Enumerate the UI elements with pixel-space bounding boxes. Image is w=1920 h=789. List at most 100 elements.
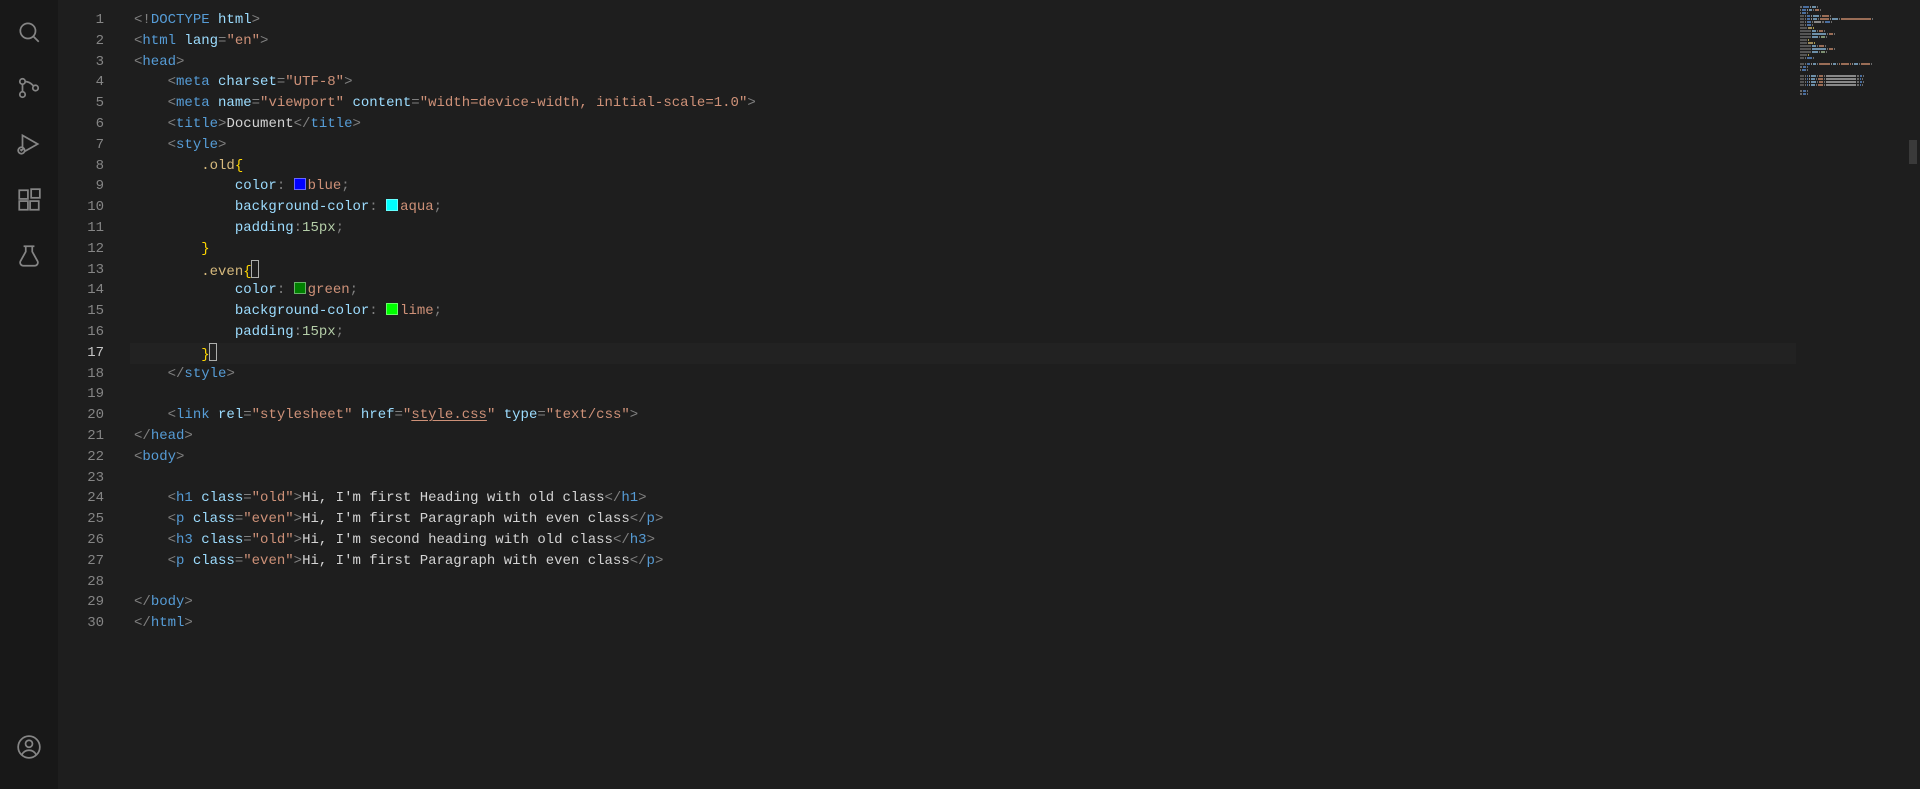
token: body [151, 594, 185, 610]
token: : [294, 324, 302, 340]
run-debug-icon[interactable] [5, 120, 53, 168]
token: meta [176, 95, 210, 111]
token [193, 532, 201, 548]
code-line[interactable] [130, 384, 1796, 405]
code-line[interactable]: <meta charset="UTF-8"> [130, 72, 1796, 93]
token: </ [613, 532, 630, 548]
minimap-row [1800, 93, 1902, 95]
token: html [218, 12, 252, 28]
color-swatch-icon[interactable] [294, 178, 306, 190]
accounts-icon[interactable] [5, 723, 53, 771]
code-line[interactable]: .old{ [130, 156, 1796, 177]
token: color [235, 178, 277, 194]
code-line[interactable]: <style> [130, 135, 1796, 156]
token: > [638, 490, 646, 506]
color-swatch-icon[interactable] [386, 199, 398, 211]
token: lang [184, 33, 218, 49]
minimap-row [1800, 9, 1902, 11]
token: </ [134, 615, 151, 631]
extensions-icon[interactable] [5, 176, 53, 224]
minimap-row [1800, 66, 1902, 68]
token: "width=device-width, initial-scale=1.0" [420, 95, 748, 111]
minimap-row [1800, 30, 1902, 32]
minimap[interactable] [1796, 0, 1906, 789]
token: "stylesheet" [252, 407, 353, 423]
code-line[interactable]: </head> [130, 426, 1796, 447]
code-line[interactable]: <head> [130, 52, 1796, 73]
token: < [168, 490, 176, 506]
code-editor[interactable]: <!DOCTYPE html><html lang="en"><head> <m… [130, 0, 1796, 789]
code-line[interactable]: background-color: lime; [130, 301, 1796, 322]
code-line[interactable]: <p class="even">Hi, I'm first Paragraph … [130, 551, 1796, 572]
line-number: 7 [58, 135, 130, 156]
code-line[interactable]: </html> [130, 613, 1796, 634]
minimap-row [1800, 21, 1902, 23]
code-line[interactable]: <title>Document</title> [130, 114, 1796, 135]
token: < [168, 511, 176, 527]
token: > [184, 594, 192, 610]
token: style.css [411, 407, 487, 423]
source-control-icon[interactable] [5, 64, 53, 112]
code-line[interactable]: <h3 class="old">Hi, I'm second heading w… [130, 530, 1796, 551]
token: > [294, 511, 302, 527]
token: type [504, 407, 538, 423]
token: > [184, 615, 192, 631]
code-line[interactable]: } [130, 239, 1796, 260]
code-line[interactable]: color: blue; [130, 176, 1796, 197]
code-line[interactable]: <h1 class="old">Hi, I'm first Heading wi… [130, 488, 1796, 509]
line-number: 29 [58, 592, 130, 613]
token: .even [201, 264, 243, 280]
token: = [243, 490, 251, 506]
code-line[interactable]: <html lang="en"> [130, 31, 1796, 52]
token: ; [336, 324, 344, 340]
code-line[interactable]: color: green; [130, 280, 1796, 301]
search-icon[interactable] [5, 8, 53, 56]
line-number: 8 [58, 156, 130, 177]
color-swatch-icon[interactable] [386, 303, 398, 315]
code-line[interactable] [130, 468, 1796, 489]
minimap-row [1800, 36, 1902, 38]
minimap-row [1800, 51, 1902, 53]
token: padding [235, 324, 294, 340]
token: Hi, I'm first Heading with old class [302, 490, 604, 506]
minimap-row [1800, 78, 1902, 80]
code-line[interactable]: <body> [130, 447, 1796, 468]
token: h3 [630, 532, 647, 548]
token: html [151, 615, 185, 631]
minimap-row [1800, 57, 1902, 59]
code-line[interactable] [130, 572, 1796, 593]
token: < [168, 95, 176, 111]
token: : [277, 178, 285, 194]
code-line[interactable]: } [130, 343, 1796, 364]
token: = [235, 553, 243, 569]
token: = [411, 95, 419, 111]
token: rel [218, 407, 243, 423]
token: = [243, 532, 251, 548]
color-swatch-icon[interactable] [294, 282, 306, 294]
token: h3 [176, 532, 193, 548]
code-line[interactable]: <p class="even">Hi, I'm first Paragraph … [130, 509, 1796, 530]
token: </ [294, 116, 311, 132]
token: p [647, 511, 655, 527]
code-line[interactable]: <!DOCTYPE html> [130, 10, 1796, 31]
line-number: 3 [58, 52, 130, 73]
token: 15px [302, 324, 336, 340]
code-line[interactable]: .even{ [130, 260, 1796, 281]
line-number: 4 [58, 72, 130, 93]
token: h1 [621, 490, 638, 506]
overview-ruler[interactable] [1906, 0, 1920, 789]
line-number-gutter[interactable]: 1234567891011121314151617181920212223242… [58, 0, 130, 789]
code-line[interactable]: <link rel="stylesheet" href="style.css" … [130, 405, 1796, 426]
line-number: 21 [58, 426, 130, 447]
code-line[interactable]: </body> [130, 592, 1796, 613]
code-line[interactable]: background-color: aqua; [130, 197, 1796, 218]
code-line[interactable]: </style> [130, 364, 1796, 385]
token: ; [336, 220, 344, 236]
code-line[interactable]: <meta name="viewport" content="width=dev… [130, 93, 1796, 114]
token: > [344, 74, 352, 90]
testing-icon[interactable] [5, 232, 53, 280]
code-line[interactable]: padding:15px; [130, 322, 1796, 343]
token: class [201, 532, 243, 548]
token: "even" [243, 511, 293, 527]
code-line[interactable]: padding:15px; [130, 218, 1796, 239]
